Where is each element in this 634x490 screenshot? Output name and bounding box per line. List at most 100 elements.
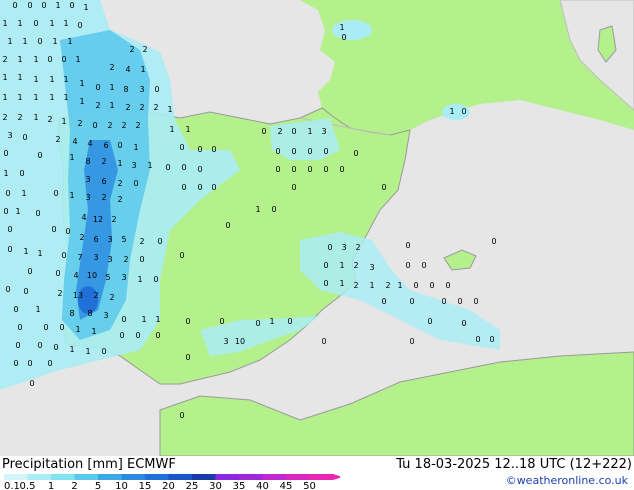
precip-value-label: 0	[7, 245, 12, 254]
precipitation-legend: 0.1 0.5 1 2 5 10 15 20 25 30 35 40 45 50	[4, 474, 340, 490]
precip-value-label: 0	[225, 221, 230, 230]
legend-swatch	[27, 474, 51, 480]
precip-value-label: 1	[33, 93, 38, 102]
precip-value-label: 1	[63, 75, 68, 84]
legend-swatch	[145, 474, 169, 480]
precip-value-label: 0	[133, 179, 138, 188]
precip-value-label: 1	[137, 275, 142, 284]
legend-tick-label: 10	[115, 481, 128, 490]
precip-value-label: 0	[61, 251, 66, 260]
legend-tick-label: 35	[233, 481, 246, 490]
precip-value-label: 0	[179, 411, 184, 420]
precip-value-label: 1	[109, 83, 114, 92]
precip-value-label: 1	[17, 93, 22, 102]
precip-value-label: 1	[33, 75, 38, 84]
precip-value-label: 2	[109, 293, 114, 302]
legend-swatch	[51, 474, 75, 480]
precip-value-label: 1	[33, 55, 38, 64]
precip-value-label: 1	[339, 23, 344, 32]
precip-value-label: 0	[211, 183, 216, 192]
precip-value-label: 0	[92, 121, 97, 130]
precip-value-label: 0	[101, 347, 106, 356]
precip-value-label: 2	[123, 255, 128, 264]
precip-value-label: 3	[321, 127, 326, 136]
precip-value-label: 0	[157, 237, 162, 246]
precip-value-label: 0	[37, 37, 42, 46]
title-model: ECMWF	[127, 457, 176, 472]
precip-value-label: 1	[169, 125, 174, 134]
precip-value-label: 2	[135, 121, 140, 130]
precip-value-label: 3	[85, 175, 90, 184]
precip-value-label: 2	[121, 121, 126, 130]
precip-value-label: 0	[33, 19, 38, 28]
precip-value-label: 1	[140, 65, 145, 74]
precip-value-label: 0	[441, 297, 446, 306]
precip-value-label: 1	[83, 3, 88, 12]
precip-value-label: 0	[211, 145, 216, 154]
title-label: Precipitation [mm]	[2, 457, 123, 472]
precip-value-label: 1	[91, 327, 96, 336]
precip-value-label: 0	[291, 183, 296, 192]
map-title: Precipitation [mm] ECMWF	[2, 457, 176, 472]
precip-value-label: 1	[49, 19, 54, 28]
precip-value-label: 0	[197, 165, 202, 174]
precip-value-label: 0	[461, 319, 466, 328]
legend-swatch	[74, 474, 98, 480]
legend-swatch	[121, 474, 145, 480]
precip-value-label: 6	[101, 177, 106, 186]
precip-value-label: 2	[117, 195, 122, 204]
precip-value-label: 3	[369, 263, 374, 272]
precip-value-label: 1	[2, 93, 7, 102]
precip-value-label: 0	[421, 261, 426, 270]
precip-cell-biscay	[332, 20, 372, 40]
precip-value-label: 0	[475, 335, 480, 344]
precip-value-label: 0	[165, 163, 170, 172]
precip-value-label: 3	[93, 253, 98, 262]
precip-value-label: 1	[67, 37, 72, 46]
legend-swatch	[192, 474, 216, 480]
precip-value-label: 0	[77, 21, 82, 30]
precip-value-label: 0	[135, 331, 140, 340]
legend-tick-label: 30	[209, 481, 222, 490]
precip-value-label: 0	[53, 189, 58, 198]
precip-value-label: 1	[15, 207, 20, 216]
precip-value-label: 0	[275, 165, 280, 174]
precip-value-label: 0	[491, 237, 496, 246]
precip-value-label: 1	[269, 317, 274, 326]
precip-value-label: 2	[385, 281, 390, 290]
precip-value-label: 0	[37, 151, 42, 160]
precip-value-label: 13	[73, 291, 83, 300]
credit-link[interactable]: ©weatheronline.co.uk	[506, 474, 628, 487]
precip-value-label: 0	[197, 183, 202, 192]
legend-tick-label: 50	[303, 481, 316, 490]
precip-value-label: 2	[109, 63, 114, 72]
precip-value-label: 1	[147, 161, 152, 170]
precip-value-label: 2	[277, 127, 282, 136]
precip-value-label: 1	[37, 249, 42, 258]
precip-value-label: 0	[47, 359, 52, 368]
precip-value-label: 0	[381, 183, 386, 192]
legend-tick-label: 2	[71, 481, 77, 490]
legend-tick-label: 25	[186, 481, 199, 490]
precip-value-label: 0	[153, 275, 158, 284]
precip-value-label: 1	[55, 1, 60, 10]
precip-value-label: 0	[119, 331, 124, 340]
precip-value-label: 5	[121, 235, 126, 244]
precip-value-label: 3	[103, 311, 108, 320]
precip-value-label: 0	[185, 353, 190, 362]
precip-value-label: 0	[409, 297, 414, 306]
precip-value-label: 0	[327, 243, 332, 252]
precip-value-label: 4	[87, 139, 92, 148]
precip-value-label: 0	[117, 141, 122, 150]
precip-value-label: 1	[52, 37, 57, 46]
precip-value-label: 2	[117, 179, 122, 188]
precip-value-label: 0	[27, 1, 32, 10]
legend-tick-label: 45	[280, 481, 293, 490]
precip-value-label: 1	[369, 281, 374, 290]
precip-value-label: 0	[307, 147, 312, 156]
precip-value-label: 0	[255, 319, 260, 328]
precip-value-label: 0	[181, 163, 186, 172]
precip-value-label: 0	[489, 335, 494, 344]
precip-value-label: 1	[17, 19, 22, 28]
precip-value-label: 2	[101, 157, 106, 166]
